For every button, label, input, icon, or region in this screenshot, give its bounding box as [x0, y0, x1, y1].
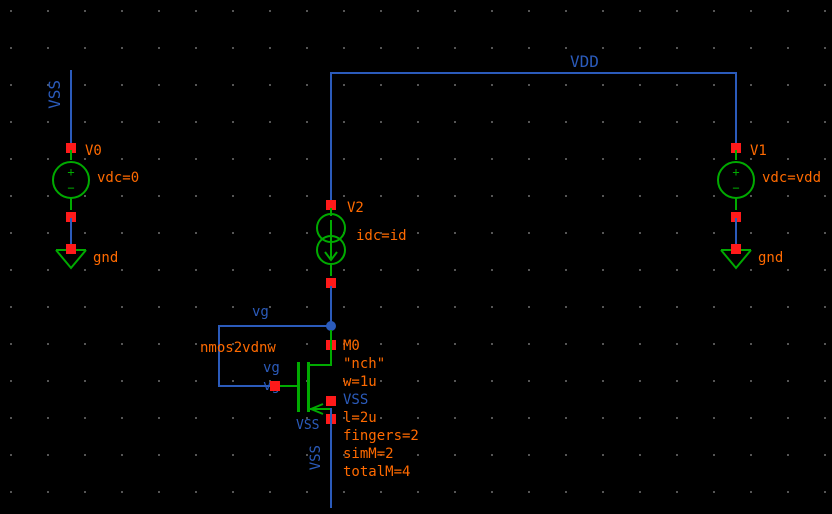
net-label-vss: VSS	[45, 80, 64, 109]
label-mos-simm: simM=2	[343, 446, 394, 462]
wire-drain[interactable]	[330, 286, 332, 326]
wire-vdd-right[interactable]	[735, 72, 737, 147]
net-label-vss-a: VSS	[296, 418, 319, 433]
svg-text:+: +	[732, 165, 739, 179]
svg-text:+: +	[67, 165, 74, 179]
net-label-vss-b: VSS	[308, 445, 324, 470]
svg-text:−: −	[67, 181, 74, 195]
label-i2-param: idc=id	[356, 228, 407, 244]
svg-text:−: −	[732, 181, 739, 195]
mos-gate-wire	[280, 385, 298, 387]
mos-gate-plate	[297, 362, 300, 412]
label-mos-w: w=1u	[343, 374, 377, 390]
schematic-canvas[interactable]: (function(){ document.write('<div id="gr…	[0, 0, 832, 514]
label-i2-name: V2	[347, 200, 364, 216]
mos-drain-leg-h	[309, 364, 331, 366]
wire-vdd-mid[interactable]	[330, 72, 332, 202]
label-v1-name: V1	[750, 143, 767, 159]
mos-drain-leg-v	[330, 330, 332, 366]
pin-mos-bulk[interactable]	[326, 396, 336, 406]
vsource-v1[interactable]: + −	[715, 150, 757, 210]
label-gnd-left: gnd	[93, 250, 118, 266]
mos-arrow-icon	[309, 402, 325, 416]
wire-vdd-top[interactable]	[330, 72, 737, 74]
wire-source-vss[interactable]	[330, 408, 332, 508]
label-mos-cell: nmos2vdnw	[200, 340, 276, 356]
label-v0-name: V0	[85, 143, 102, 159]
label-mos-l: l=2u	[343, 410, 377, 426]
net-label-vg-top: vg	[252, 304, 269, 320]
label-mos-totalm: totalM=4	[343, 464, 410, 480]
label-mos-fingers: fingers=2	[343, 428, 419, 444]
wire-vg-h1[interactable]	[218, 325, 330, 327]
vsource-v0[interactable]: + −	[50, 150, 92, 210]
label-mos-bulk-net: VSS	[343, 392, 368, 408]
isource-v2[interactable]	[310, 208, 352, 276]
label-mos-gate-net-a: vg	[263, 360, 280, 376]
net-label-vdd: VDD	[570, 52, 599, 71]
label-gnd-right: gnd	[758, 250, 783, 266]
wire-vg-v[interactable]	[218, 325, 220, 387]
gnd-right[interactable]	[717, 250, 755, 280]
label-mos-model: "nch"	[343, 356, 385, 372]
gnd-left[interactable]	[52, 250, 90, 280]
label-mos-name: M0	[343, 338, 360, 354]
wire-vss[interactable]	[70, 70, 72, 145]
label-v0-param: vdc=0	[97, 170, 139, 186]
pin-gnd-left[interactable]	[66, 244, 76, 254]
label-v1-param: vdc=vdd	[762, 170, 821, 186]
pin-mos-gate[interactable]	[270, 381, 280, 391]
pin-gnd-right[interactable]	[731, 244, 741, 254]
